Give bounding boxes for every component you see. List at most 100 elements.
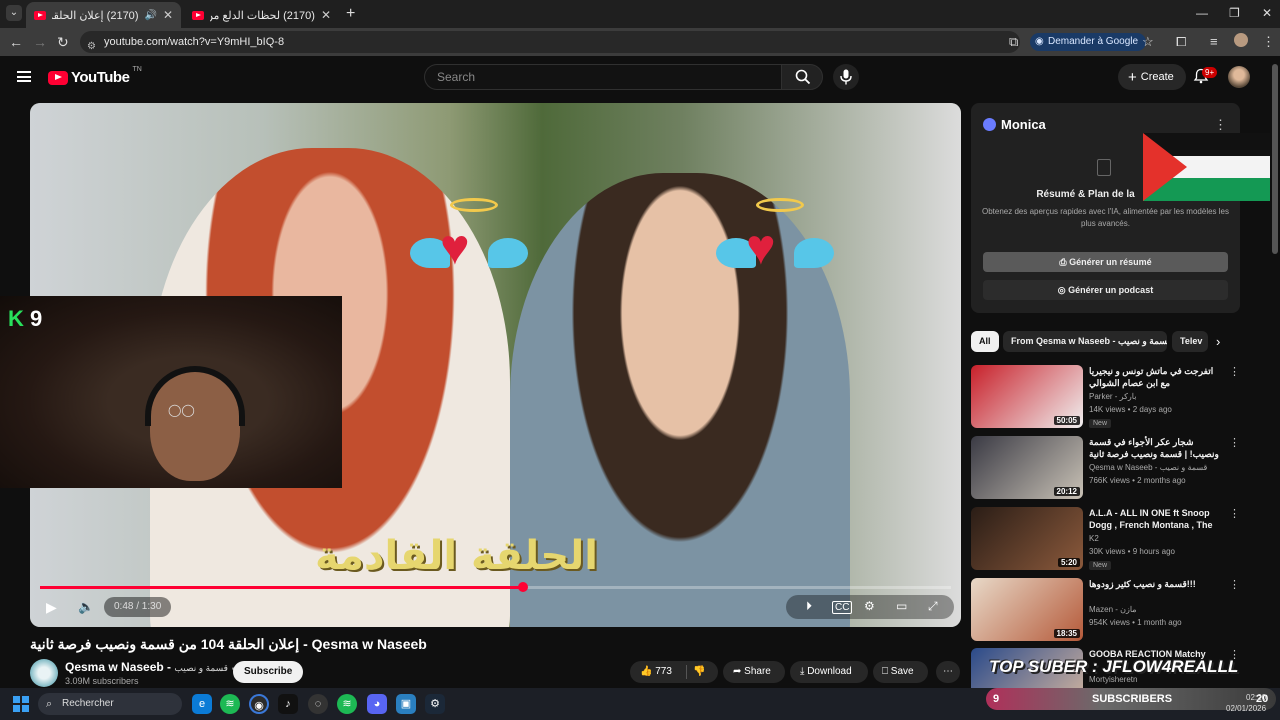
- cast-icon[interactable]: ⧉: [1009, 34, 1018, 50]
- reading-list-icon[interactable]: ≡: [1210, 34, 1218, 49]
- podcast-icon: ◎: [1057, 285, 1066, 295]
- captions-icon[interactable]: CC: [832, 601, 853, 614]
- site-info-icon[interactable]: ⚙: [87, 36, 96, 58]
- more-options-icon[interactable]: ⋮: [1229, 507, 1240, 520]
- video-thumbnail[interactable]: 18:35: [971, 578, 1083, 641]
- video-title[interactable]: اتفرجت في ماتش تونس و نيجيريا مع ابن عصا…: [1089, 365, 1219, 389]
- page-scrollbar[interactable]: [1270, 56, 1280, 688]
- more-options-icon[interactable]: ⋮: [1229, 578, 1240, 591]
- chip-television[interactable]: Telev: [1172, 331, 1208, 352]
- subscribers-label: SUBSCRIBERS: [1092, 693, 1173, 705]
- restore-icon[interactable]: ❐: [1229, 6, 1240, 20]
- microphone-icon: [840, 69, 852, 85]
- steam-icon[interactable]: ⚙: [425, 694, 445, 714]
- more-options-icon[interactable]: ⋮: [1229, 365, 1240, 378]
- recorder-icon[interactable]: ◌: [308, 694, 328, 714]
- recommended-video[interactable]: 18:35 قسمة و نصيب كثير زودوها!!! Mazen - م…: [971, 578, 1240, 642]
- new-tab-icon[interactable]: +: [346, 5, 355, 23]
- chip-all[interactable]: All: [971, 331, 999, 352]
- google-lens-icon: ◉: [1035, 36, 1044, 47]
- tab-inactive[interactable]: (2170) لحظات الدلع من خلود | ال... ✕: [184, 2, 339, 28]
- like-button[interactable]: 👍 773: [640, 661, 672, 683]
- create-button[interactable]: + Create: [1118, 64, 1186, 90]
- url-input[interactable]: ⚙ youtube.com/watch?v=Y9mHI_bIQ-8: [80, 31, 1020, 53]
- recommended-video[interactable]: 20:12 شجار عكر الأجواء في قسمة ونصيب! | ق…: [971, 436, 1240, 500]
- tab-active[interactable]: (2170) إعلان الحلقة 104 من قسمة... 🔊 ✕: [26, 2, 181, 28]
- recommended-video[interactable]: 50:05 اتفرجت في ماتش تونس و نيجيريا مع اب…: [971, 365, 1240, 429]
- url-text: youtube.com/watch?v=Y9mHI_bIQ-8: [104, 36, 285, 48]
- video-thumbnail[interactable]: 20:12: [971, 436, 1083, 499]
- minimize-icon[interactable]: —: [1196, 6, 1208, 20]
- hamburger-menu-icon[interactable]: [17, 71, 31, 82]
- volume-icon[interactable]: 🔈: [78, 599, 94, 615]
- video-title[interactable]: A.L.A - ALL IN ONE ft Snoop Dogg , Frenc…: [1089, 507, 1219, 531]
- recommended-video[interactable]: 5:20 A.L.A - ALL IN ONE ft Snoop Dogg , F…: [971, 507, 1240, 571]
- taskbar-search[interactable]: ⌕ Rechercher: [38, 693, 182, 715]
- generate-podcast-button[interactable]: ◎ Générer un podcast: [983, 280, 1228, 300]
- download-button[interactable]: ⤓ Download: [790, 661, 868, 683]
- taskbar-clock[interactable]: 02:20 02/01/2026: [1226, 692, 1266, 714]
- search-input[interactable]: Search: [424, 64, 781, 90]
- channel-name[interactable]: Qesma w Naseeb - قسمة و نصيب: [1089, 463, 1207, 472]
- top-subscriber-banner: TOP SUBER : JFLOW4REALLL: [989, 657, 1239, 676]
- fullscreen-icon[interactable]: ⤢: [928, 599, 938, 614]
- generate-summary-button[interactable]: ⎙ Générer un résumé: [983, 252, 1228, 272]
- webcam-glasses: ◯◯: [168, 403, 195, 417]
- reload-icon[interactable]: ↻: [57, 34, 69, 51]
- tab-search-button[interactable]: ⌄: [6, 5, 22, 21]
- dislike-icon[interactable]: 👎: [693, 661, 705, 683]
- more-actions-icon[interactable]: ⋯: [936, 661, 960, 683]
- channel-name[interactable]: K2: [1089, 534, 1099, 543]
- share-button[interactable]: ➦ Share: [723, 661, 785, 683]
- channel-avatar[interactable]: [30, 659, 58, 687]
- more-options-icon[interactable]: ⋮: [1229, 436, 1240, 449]
- close-tab-icon[interactable]: ✕: [321, 8, 331, 22]
- chip-from-channel[interactable]: From Qesma w Naseeb - قسمة و نصيب: [1003, 331, 1167, 352]
- edge-icon[interactable]: e: [192, 694, 212, 714]
- settings-gear-icon[interactable]: ⚙: [864, 599, 875, 613]
- app-icon[interactable]: ▣: [396, 694, 416, 714]
- voice-search-button[interactable]: [833, 64, 859, 90]
- account-avatar[interactable]: [1228, 66, 1250, 88]
- video-thumbnail[interactable]: 5:20: [971, 507, 1083, 570]
- progress-bar[interactable]: [40, 582, 951, 592]
- scrollbar-thumb[interactable]: [1272, 64, 1278, 254]
- close-tab-icon[interactable]: ✕: [163, 8, 173, 22]
- video-title: إعلان الحلقة 104 من قسمة ونصيب فرصة ثاني…: [30, 636, 427, 652]
- spotify-alt-icon[interactable]: ≋: [337, 694, 357, 714]
- subscriber-count: 3.09M subscribers: [65, 676, 139, 686]
- discord-icon[interactable]: ◕: [367, 694, 387, 714]
- progress-scrubber[interactable]: [517, 582, 528, 592]
- share-label: Share: [744, 666, 771, 677]
- back-icon[interactable]: ←: [9, 34, 23, 50]
- save-button[interactable]: ⎕ Save: [873, 661, 928, 683]
- tiktok-icon[interactable]: ♪: [278, 694, 298, 714]
- miniplayer-icon[interactable]: ▭: [896, 599, 907, 613]
- search-button[interactable]: [781, 64, 823, 90]
- browser-menu-icon[interactable]: ⋮: [1262, 34, 1275, 50]
- video-title[interactable]: قسمة و نصيب كثير زودوها!!!: [1089, 578, 1219, 590]
- channel-name[interactable]: Mazen - مازن: [1089, 605, 1137, 614]
- channel-name[interactable]: Qesma w Naseeb - قسمة و نصيب ✔: [65, 660, 239, 674]
- video-thumbnail[interactable]: 50:05: [971, 365, 1083, 428]
- video-title[interactable]: شجار عكر الأجواء في قسمة ونصيب! | قسمة و…: [1089, 436, 1219, 460]
- monica-more-icon[interactable]: ⋮: [1214, 117, 1227, 133]
- subscribe-button[interactable]: Subscribe: [233, 661, 304, 683]
- ask-google-button[interactable]: ◉ Demander à Google: [1030, 33, 1147, 51]
- spotify-icon[interactable]: ≋: [220, 694, 240, 714]
- forward-icon[interactable]: →: [33, 34, 47, 50]
- autoplay-toggle-icon[interactable]: ⏵: [806, 599, 812, 614]
- bookmark-star-icon[interactable]: ☆: [1142, 34, 1154, 50]
- chrome-icon[interactable]: ◉: [249, 694, 269, 714]
- bookmark-icon: ⎕: [882, 666, 888, 677]
- close-window-icon[interactable]: ✕: [1262, 6, 1272, 20]
- channel-name[interactable]: Parker - باركر: [1089, 392, 1136, 401]
- angel-heart-sticker-icon: ♥: [410, 198, 528, 288]
- play-icon[interactable]: ▶: [46, 599, 57, 616]
- extensions-icon[interactable]: ⧠: [1176, 34, 1186, 50]
- chevron-right-icon[interactable]: ›: [1216, 334, 1220, 349]
- windows-start-icon[interactable]: [13, 696, 29, 712]
- new-badge: New: [1089, 419, 1112, 428]
- youtube-logo[interactable]: YouTube TN: [48, 66, 142, 86]
- profile-avatar-icon[interactable]: [1234, 33, 1248, 47]
